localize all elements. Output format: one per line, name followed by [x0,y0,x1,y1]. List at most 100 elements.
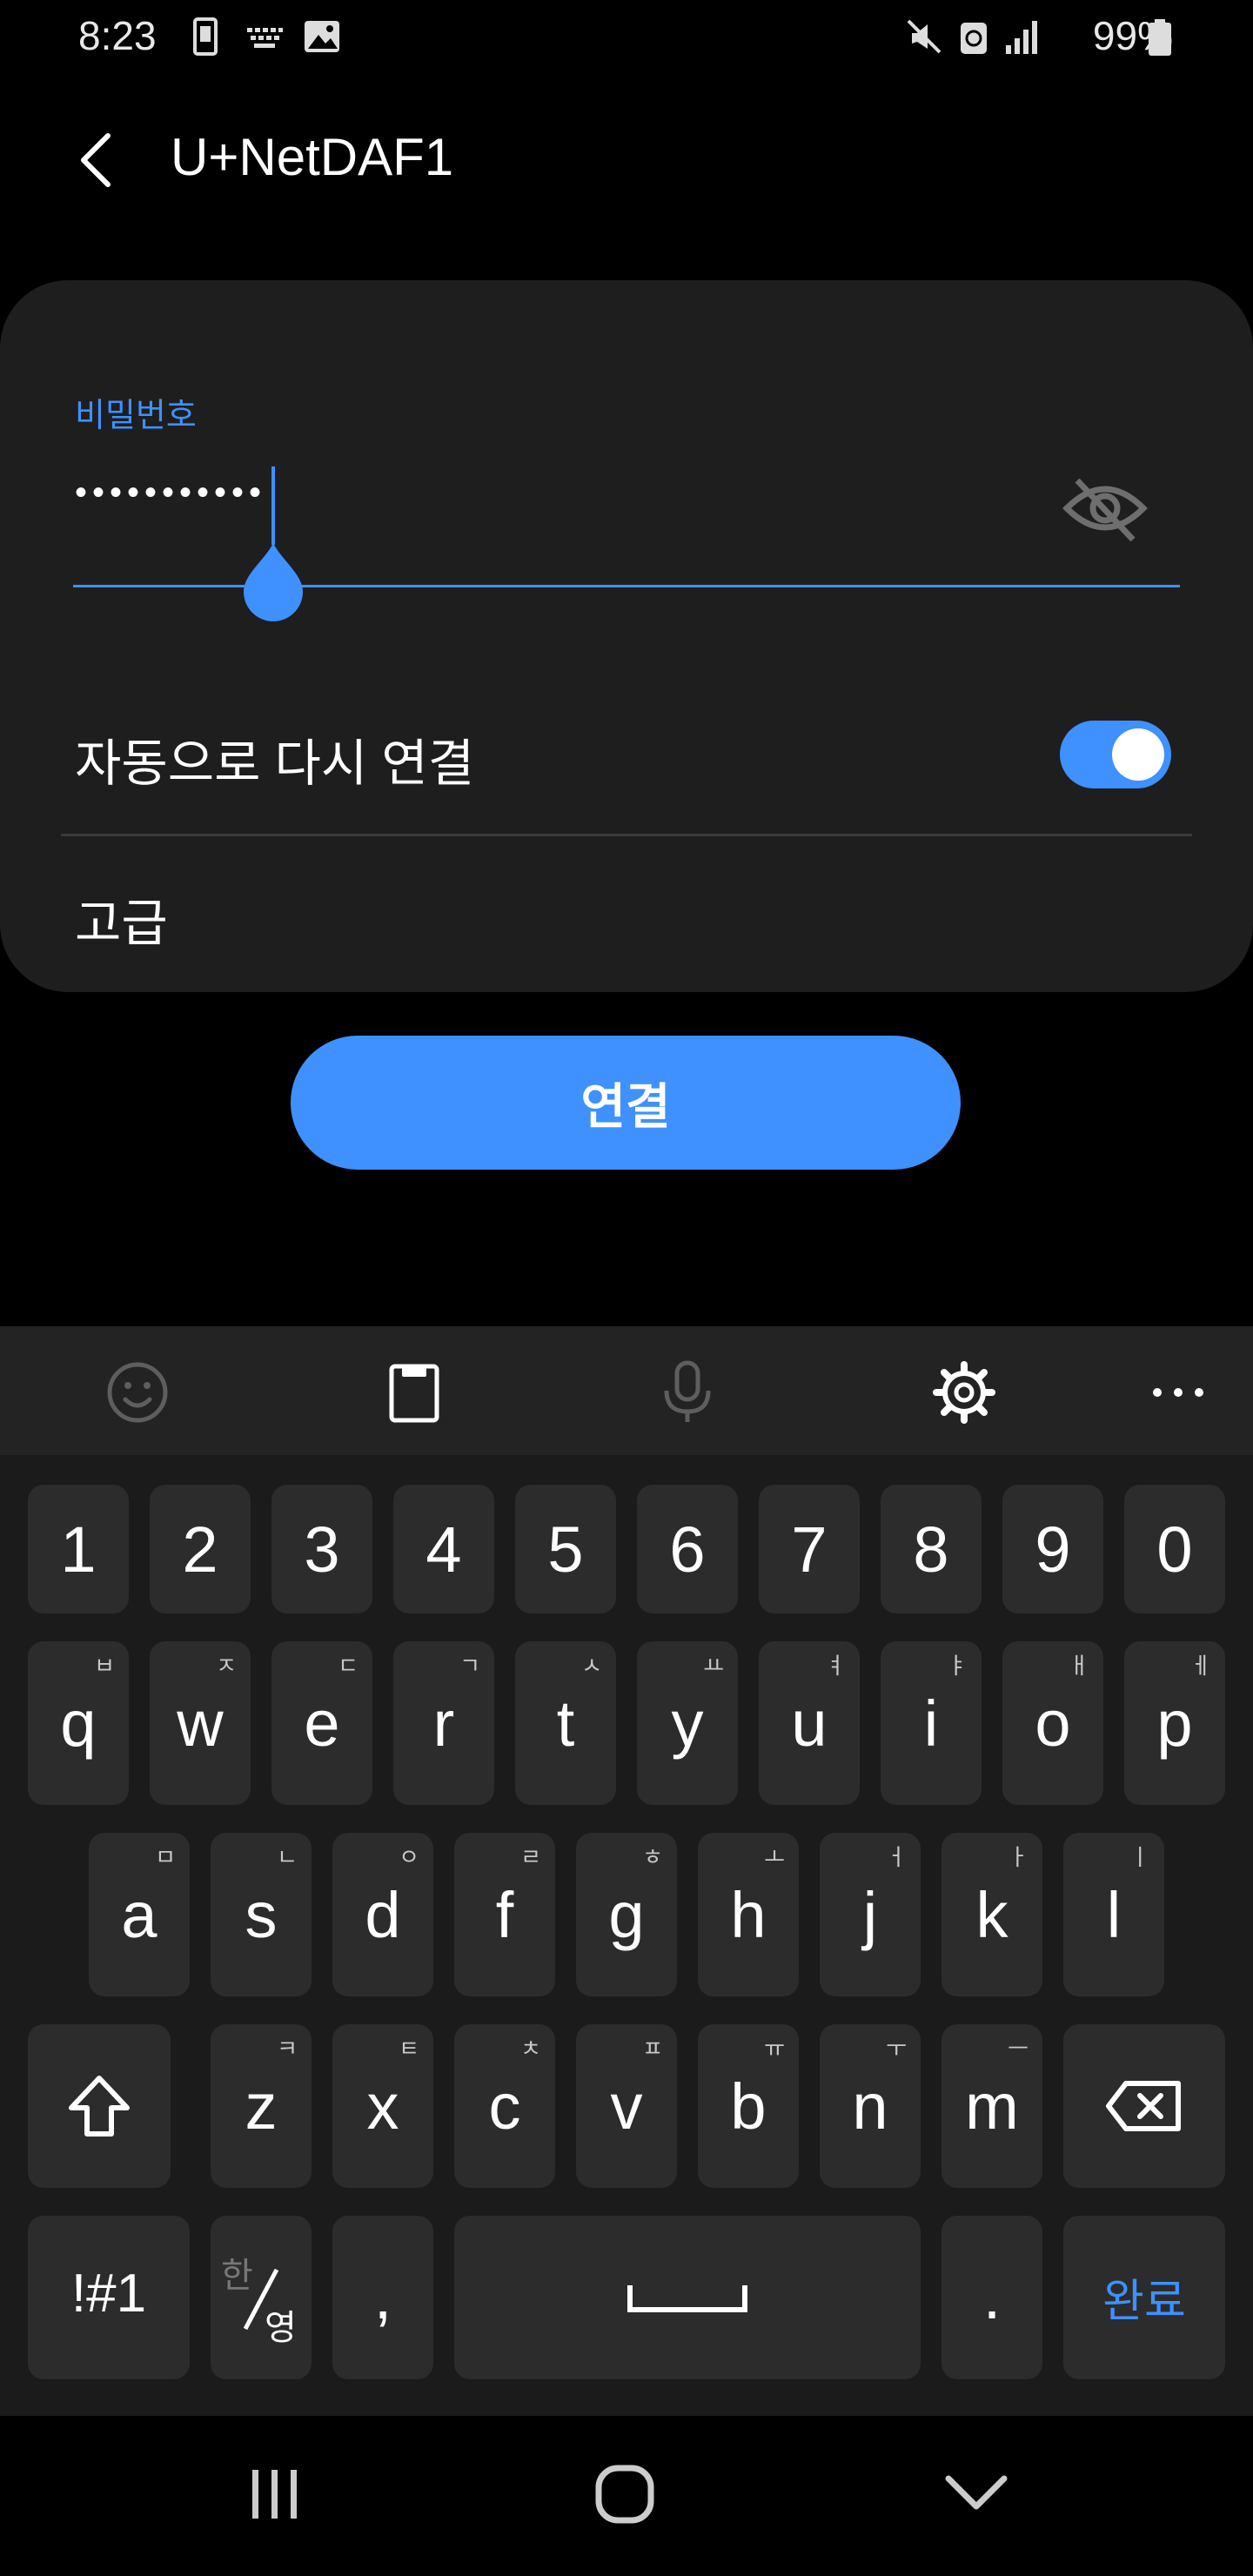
key-d-label: d [365,1879,401,1951]
key-3[interactable]: 3 [271,1485,372,1613]
key-y-hangul-hint: ㅛ [703,1653,724,1679]
key-k-hangul-hint: ㅏ [1008,1844,1029,1870]
key-x[interactable]: xㅌ [332,2024,433,2188]
text-cursor [271,466,275,545]
space-key[interactable] [454,2216,921,2379]
key-r[interactable]: rㄱ [393,1641,494,1805]
clipboard-icon[interactable] [381,1359,447,1426]
key-n[interactable]: nㅜ [820,2024,921,2188]
key-d[interactable]: dㅇ [332,1833,433,1996]
show-password-icon[interactable] [1062,465,1149,552]
key-u[interactable]: uㅕ [759,1641,860,1805]
key-o-label: o [1035,1687,1071,1760]
symbols-key[interactable]: !#1 [28,2216,190,2379]
key-1[interactable]: 1 [28,1485,129,1613]
language-switch-key[interactable]: 한영 [211,2216,312,2379]
key-o[interactable]: oㅐ [1002,1641,1103,1805]
key-4[interactable]: 4 [393,1485,494,1613]
key-c[interactable]: cㅊ [454,2024,555,2188]
key-m[interactable]: mㅡ [941,2024,1042,2188]
key-k-label: k [975,1879,1008,1951]
key-q-hangul-hint: ㅂ [94,1653,115,1679]
connect-button[interactable]: 연결 [291,1036,961,1170]
key-q-label: q [60,1687,97,1760]
key-2-label: 2 [182,1513,218,1586]
key-9[interactable]: 9 [1002,1485,1103,1613]
key-7-label: 7 [791,1513,828,1586]
done-key-label: 완료 [1102,2277,1186,2327]
comma-key[interactable]: , [332,2216,433,2379]
key-x-label: x [366,2070,399,2143]
key-6-label: 6 [669,1513,706,1586]
navigation-bar [0,2416,1253,2576]
key-q[interactable]: qㅂ [28,1641,129,1805]
key-e[interactable]: eㄷ [271,1641,372,1805]
toggle-knob [1112,728,1164,781]
key-x-hangul-hint: ㅌ [399,2036,419,2062]
key-r-label: r [432,1687,455,1760]
key-z[interactable]: zㅋ [211,2024,312,2188]
key-0[interactable]: 0 [1124,1485,1225,1613]
auto-reconnect-toggle[interactable] [1060,721,1171,788]
key-i[interactable]: iㅑ [881,1641,982,1805]
key-l[interactable]: lㅣ [1063,1833,1164,1996]
period-key[interactable]: . [941,2216,1042,2379]
backspace-key[interactable] [1063,2024,1225,2188]
key-m-label: m [965,2070,1019,2143]
mute-icon [907,19,941,54]
advanced-option[interactable]: 고급 [75,882,168,956]
key-s[interactable]: sㄴ [211,1833,312,1996]
cursor-handle[interactable] [242,541,305,621]
key-f[interactable]: fㄹ [454,1833,555,1996]
status-bar: 8:23 99% [0,0,1253,73]
space-icon [627,2285,747,2312]
key-j[interactable]: jㅓ [820,1833,921,1996]
key-t-hangul-hint: ㅅ [581,1653,602,1679]
shift-key[interactable] [28,2024,171,2188]
key-i-hangul-hint: ㅑ [947,1653,968,1679]
microphone-icon[interactable] [654,1359,720,1426]
key-b[interactable]: bㅠ [698,2024,799,2188]
key-k[interactable]: kㅏ [941,1833,1042,1996]
hide-keyboard-icon[interactable] [933,2451,1020,2538]
key-8[interactable]: 8 [881,1485,982,1613]
back-arrow-icon[interactable] [70,129,122,191]
key-i-label: i [923,1687,939,1760]
key-h[interactable]: hㅗ [698,1833,799,1996]
key-o-hangul-hint: ㅐ [1069,1653,1089,1679]
key-b-hangul-hint: ㅠ [764,2036,785,2062]
password-input[interactable]: ••••••••••• [75,473,266,513]
key-l-hangul-hint: ㅣ [1129,1844,1150,1870]
key-t[interactable]: tㅅ [515,1641,616,1805]
key-n-hangul-hint: ㅜ [886,2036,907,2062]
emoji-icon[interactable] [104,1359,171,1426]
key-5[interactable]: 5 [515,1485,616,1613]
key-6[interactable]: 6 [637,1485,738,1613]
key-w[interactable]: wㅈ [150,1641,251,1805]
comma-key-label: , [373,2260,392,2332]
key-s-hangul-hint: ㄴ [277,1844,298,1870]
key-0-label: 0 [1156,1513,1193,1586]
key-t-label: t [556,1687,575,1760]
key-7[interactable]: 7 [759,1485,860,1613]
key-g[interactable]: gㅎ [576,1833,677,1996]
symbols-key-label: !#1 [70,2264,147,2324]
key-c-label: c [488,2070,521,2143]
divider [61,834,1192,836]
recent-apps-icon[interactable] [231,2451,318,2538]
key-s-label: s [245,1879,278,1951]
more-options-icon[interactable] [1145,1359,1211,1426]
key-a[interactable]: aㅁ [89,1833,190,1996]
key-2[interactable]: 2 [150,1485,251,1613]
key-p[interactable]: pㅔ [1124,1641,1225,1805]
key-j-hangul-hint: ㅓ [886,1844,907,1870]
settings-gear-icon[interactable] [931,1359,997,1426]
key-e-label: e [304,1687,340,1760]
key-v[interactable]: vㅍ [576,2024,677,2188]
key-y[interactable]: yㅛ [637,1641,738,1805]
done-key[interactable]: 완료 [1063,2216,1225,2379]
signal-icon [1006,21,1037,54]
sim-icon [193,17,218,56]
home-icon[interactable] [581,2451,668,2538]
key-u-hangul-hint: ㅕ [825,1653,846,1679]
